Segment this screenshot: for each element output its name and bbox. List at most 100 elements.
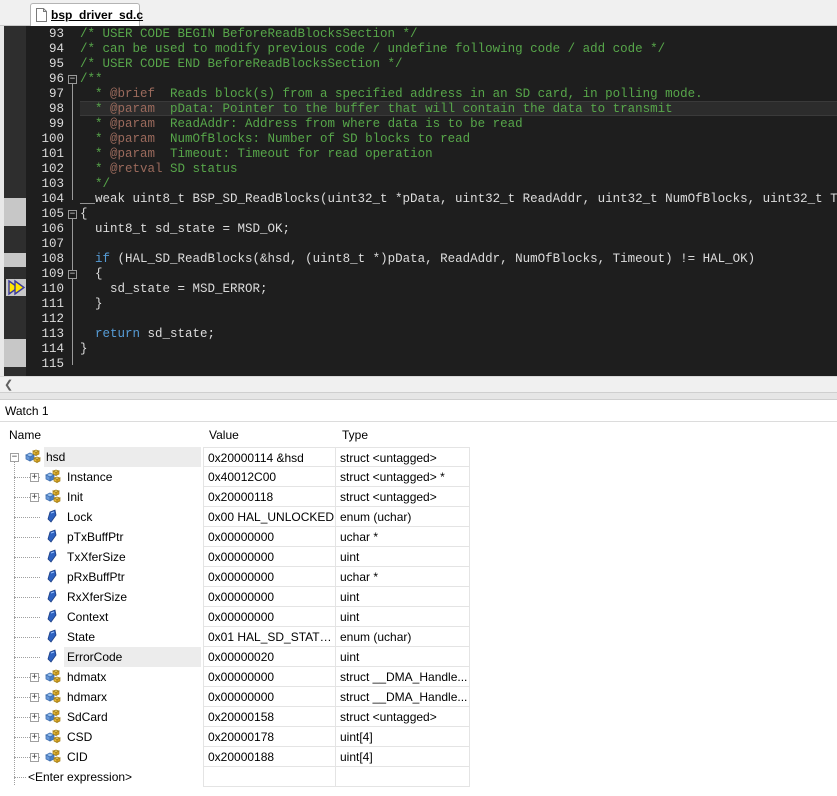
watch-value[interactable]: 0x01 HAL_SD_STATE_R...: [203, 627, 336, 647]
watch-row[interactable]: Lock 0x00 HAL_UNLOCKED enum (uchar): [0, 507, 470, 527]
watch-table[interactable]: Name Value Type − hsd 0x20000114 &hsd struc…: [0, 422, 837, 796]
struct-icon: [23, 449, 41, 465]
watch-value[interactable]: 0x00000000: [203, 547, 336, 567]
watch-row[interactable]: + Init 0x20000118 struct <untagged>: [0, 487, 470, 507]
fold-collapse-icon[interactable]: −: [68, 270, 77, 279]
field-icon: [43, 629, 61, 645]
watch-row[interactable]: Context 0x00000000 uint: [0, 607, 470, 627]
file-tab[interactable]: bsp_driver_sd.c: [30, 3, 143, 26]
watch-value[interactable]: 0x00000000: [203, 667, 336, 687]
expand-icon[interactable]: +: [30, 753, 39, 762]
horizontal-scrollbar[interactable]: ❮: [0, 376, 837, 392]
breakpoint-slot[interactable]: [4, 198, 26, 226]
expand-icon[interactable]: +: [30, 713, 39, 722]
code-line: * @param NumOfBlocks: Number of SD block…: [80, 132, 470, 147]
enter-expression-row[interactable]: <Enter expression>: [0, 767, 470, 787]
watch-value[interactable]: 0x20000114 &hsd: [203, 447, 336, 467]
comment-text: */: [80, 177, 111, 191]
line-number: 97: [48, 87, 64, 101]
watch-value[interactable]: 0x20000188: [203, 747, 336, 767]
comment-prefix: *: [80, 132, 111, 146]
column-header-name[interactable]: Name: [9, 428, 41, 442]
line-number: 109: [41, 267, 64, 281]
watch-value[interactable]: 0x00000000: [203, 567, 336, 587]
watch-value[interactable]: 0x40012C00: [203, 467, 336, 487]
c-file-icon: [36, 8, 47, 22]
code-line: }: [80, 297, 103, 312]
code-editor[interactable]: 93 94 95 96 97 98 99 100 101 102 103 104 105 106 107 10…: [0, 26, 837, 376]
watch-value[interactable]: 0x00000000: [203, 687, 336, 707]
code-text: (HAL_SD_ReadBlocks(&hsd, (uint8_t *)pDat…: [110, 252, 756, 266]
breakpoint-slot[interactable]: [4, 339, 26, 367]
fold-collapse-icon[interactable]: −: [68, 210, 77, 219]
watch-value[interactable]: 0x20000118: [203, 487, 336, 507]
pane-splitter[interactable]: [0, 392, 837, 400]
expand-icon[interactable]: +: [30, 733, 39, 742]
comment-text: SD status: [162, 162, 238, 176]
watch-row[interactable]: + hdmarx 0x00000000 struct __DMA_Handle...: [0, 687, 470, 707]
line-number: 114: [41, 342, 64, 356]
doc-tag: @param: [110, 132, 156, 146]
breakpoint-slot[interactable]: [4, 253, 26, 267]
watch-value[interactable]: 0x00 HAL_UNLOCKED: [203, 507, 336, 527]
code-line: __weak uint8_t BSP_SD_ReadBlocks(uint32_…: [80, 192, 837, 207]
watch-row[interactable]: pTxBuffPtr 0x00000000 uchar *: [0, 527, 470, 547]
line-number-gutter: 93 94 95 96 97 98 99 100 101 102 103 104 105 106 107 10…: [26, 26, 68, 376]
tree-branch-line: [14, 777, 26, 778]
tree-branch-line: [14, 617, 40, 618]
expand-icon[interactable]: +: [30, 493, 39, 502]
watch-row[interactable]: + hdmatx 0x00000000 struct __DMA_Handle...: [0, 667, 470, 687]
expand-icon[interactable]: +: [30, 473, 39, 482]
column-header-type[interactable]: Type: [342, 428, 368, 442]
column-header-value[interactable]: Value: [209, 428, 239, 442]
watch-row[interactable]: RxXferSize 0x00000000 uint: [0, 587, 470, 607]
tree-branch-line: [14, 657, 40, 658]
code-line: if (HAL_SD_ReadBlocks(&hsd, (uint8_t *)p…: [80, 252, 755, 267]
watch-name: SdCard: [67, 710, 108, 724]
comment-prefix: *: [80, 162, 111, 176]
watch-value[interactable]: 0x00000000: [203, 587, 336, 607]
watch-name: hdmatx: [67, 670, 107, 684]
watch-row[interactable]: + CSD 0x20000178 uint[4]: [0, 727, 470, 747]
fold-collapse-icon[interactable]: −: [68, 75, 77, 84]
watch-row[interactable]: + CID 0x20000188 uint[4]: [0, 747, 470, 767]
watch-row[interactable]: + SdCard 0x20000158 struct <untagged>: [0, 707, 470, 727]
watch-row[interactable]: + Instance 0x40012C00 struct <untagged> *: [0, 467, 470, 487]
code-line: {: [80, 267, 103, 282]
comment-text: /**: [80, 72, 103, 86]
watch-value[interactable]: 0x00000000: [203, 607, 336, 627]
watch-value[interactable]: 0x20000178: [203, 727, 336, 747]
struct-icon: [43, 709, 61, 725]
expand-icon[interactable]: +: [30, 693, 39, 702]
watch-value[interactable]: 0x00000000: [203, 527, 336, 547]
watch-row[interactable]: − hsd 0x20000114 &hsd struct <untagged>: [0, 447, 470, 467]
doc-tag: @param: [110, 102, 156, 116]
tree-branch-line: [14, 557, 40, 558]
line-number: 103: [41, 177, 64, 191]
expand-icon[interactable]: +: [30, 673, 39, 682]
watch-row[interactable]: TxXferSize 0x00000000 uint: [0, 547, 470, 567]
editor-tab-bar: bsp_driver_sd.c: [0, 0, 837, 26]
line-number: 102: [41, 162, 64, 176]
watch-row[interactable]: pRxBuffPtr 0x00000000 uchar *: [0, 567, 470, 587]
watch-row[interactable]: ErrorCode 0x00000020 uint: [0, 647, 470, 667]
comment-text: pData: Pointer to the buffer that will c…: [155, 102, 673, 116]
watch-value[interactable]: 0x00000020: [203, 647, 336, 667]
field-icon: [43, 589, 61, 605]
code-line: /* USER CODE END BeforeReadBlocksSection…: [80, 57, 403, 72]
watch-type: uint: [336, 647, 470, 667]
code-line: * @param pData: Pointer to the buffer th…: [80, 102, 673, 117]
collapse-icon[interactable]: −: [10, 453, 19, 462]
watch-row[interactable]: State 0x01 HAL_SD_STATE_R...enum (uchar): [0, 627, 470, 647]
breakpoint-margin[interactable]: [4, 26, 26, 376]
scroll-left-icon[interactable]: ❮: [4, 378, 13, 392]
watch-value[interactable]: 0x20000158: [203, 707, 336, 727]
code-line: /**: [80, 72, 103, 87]
comment-text: NumOfBlocks: Number of SD blocks to read: [155, 132, 471, 146]
enter-expression-input[interactable]: <Enter expression>: [28, 770, 132, 784]
field-icon: [43, 549, 61, 565]
code-area[interactable]: /* USER CODE BEGIN BeforeReadBlocksSecti…: [80, 26, 837, 376]
row-highlight: [44, 447, 201, 467]
watch-name: pRxBuffPtr: [67, 570, 125, 584]
doc-tag: @brief: [110, 87, 156, 101]
